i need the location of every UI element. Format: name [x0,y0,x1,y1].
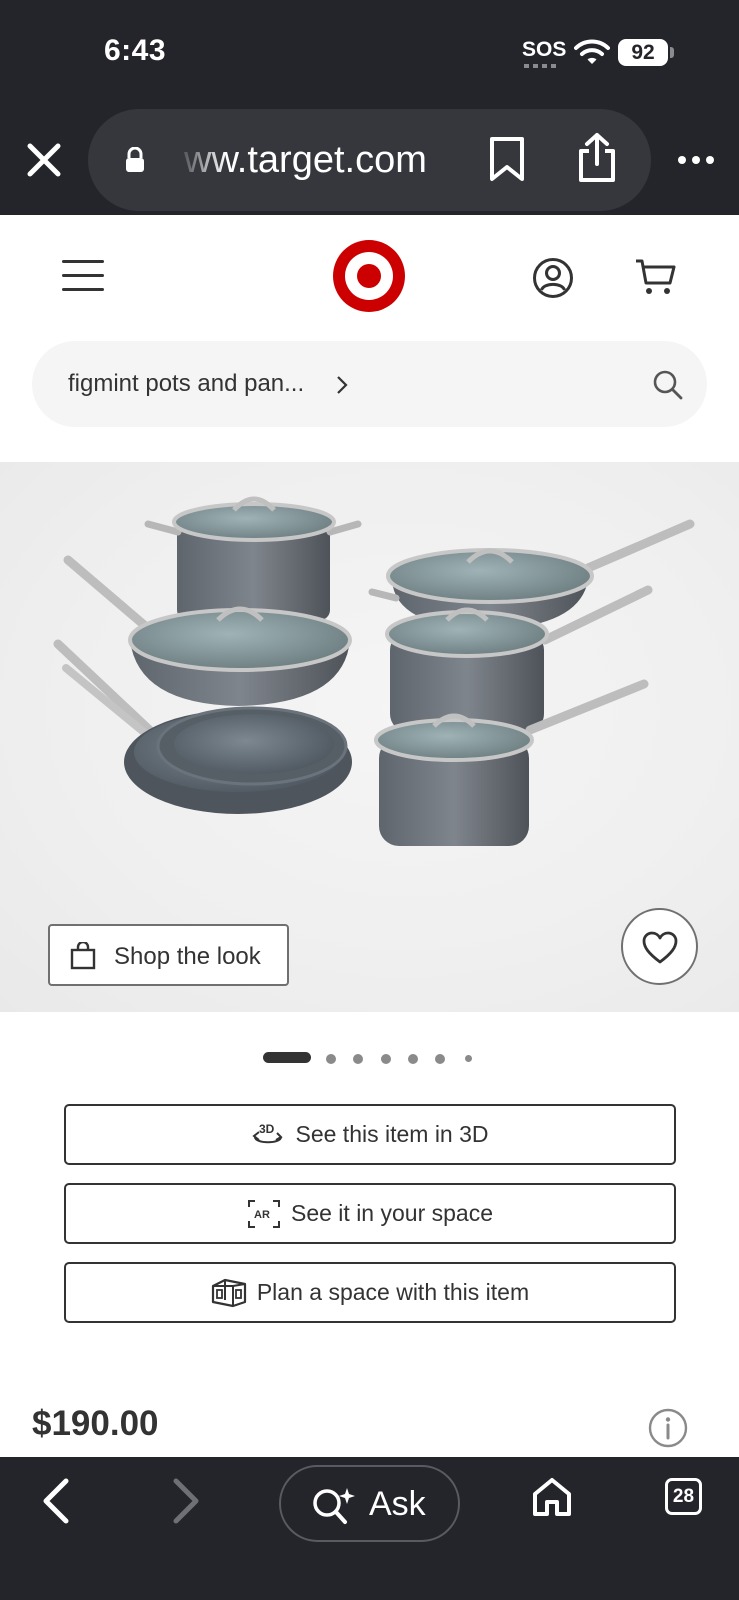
carousel-dot[interactable] [408,1054,418,1064]
battery-tip [670,47,674,58]
share-icon[interactable] [576,132,618,184]
carousel-dot[interactable] [381,1054,391,1064]
3d-rotate-icon: 3D [252,1122,284,1143]
bookmark-icon[interactable] [488,136,526,182]
more-icon[interactable] [676,151,716,169]
signal-dots-icon [524,64,558,68]
cart-icon[interactable] [634,257,676,297]
carousel-dot[interactable] [465,1055,472,1062]
site-header: figmint pots and pan... [0,215,739,455]
carousel-dot[interactable] [353,1054,363,1064]
browser-bottom-bar: Ask 28 [0,1457,739,1600]
search-query: figmint pots and pan... [68,370,305,397]
ask-button[interactable]: Ask [279,1465,460,1542]
wifi-icon [574,39,610,64]
search-icon[interactable] [652,369,684,401]
sparkle-search-icon [313,1488,355,1524]
carousel-dots[interactable] [263,1052,483,1066]
address-bar[interactable]: ww.target.com [88,109,651,211]
account-icon[interactable] [532,257,574,299]
battery-indicator: 92 [618,39,668,66]
menu-icon[interactable] [62,260,104,292]
favorite-button[interactable] [621,908,698,985]
search-bar[interactable]: figmint pots and pan... [32,341,707,427]
svg-text:AR: AR [254,1209,270,1221]
heart-icon [642,931,678,964]
url-fade [176,129,226,189]
see-in-3d-label: See this item in 3D [295,1121,489,1147]
back-icon[interactable] [38,1475,72,1527]
plan-a-space-button[interactable]: Plan a space with this item [64,1262,676,1323]
lock-icon [126,147,144,172]
ar-icon: AR [247,1199,280,1228]
status-sos: SOS [522,38,567,61]
close-icon[interactable] [22,138,66,182]
target-logo[interactable] [333,240,405,312]
home-icon[interactable] [531,1476,573,1518]
see-in-3d-button[interactable]: 3D See this item in 3D [64,1104,676,1165]
carousel-dot-active[interactable] [263,1052,311,1063]
carousel-dot[interactable] [326,1054,336,1064]
carousel-dot[interactable] [435,1054,445,1064]
forward-icon[interactable] [170,1475,204,1527]
chevron-right-icon [337,376,348,394]
ask-label: Ask [369,1485,426,1523]
tabs-button[interactable]: 28 [665,1478,702,1515]
room-plan-icon [211,1278,246,1307]
shop-the-look-label: Shop the look [114,943,261,970]
status-time: 6:43 [104,34,167,67]
svg-text:3D: 3D [259,1122,275,1136]
see-in-your-space-button[interactable]: AR See it in your space [64,1183,676,1244]
shopping-bag-icon [70,942,96,970]
shop-the-look-button[interactable]: Shop the look [48,924,289,986]
info-icon[interactable] [648,1408,688,1448]
see-in-your-space-label: See it in your space [290,1200,493,1226]
product-price: $190.00 [32,1404,159,1443]
browser-top-bar: 6:43 SOS 92 ww.target.com [0,0,739,215]
product-image-gallery[interactable]: Shop the look [0,462,739,1012]
plan-a-space-label: Plan a space with this item [256,1279,530,1305]
